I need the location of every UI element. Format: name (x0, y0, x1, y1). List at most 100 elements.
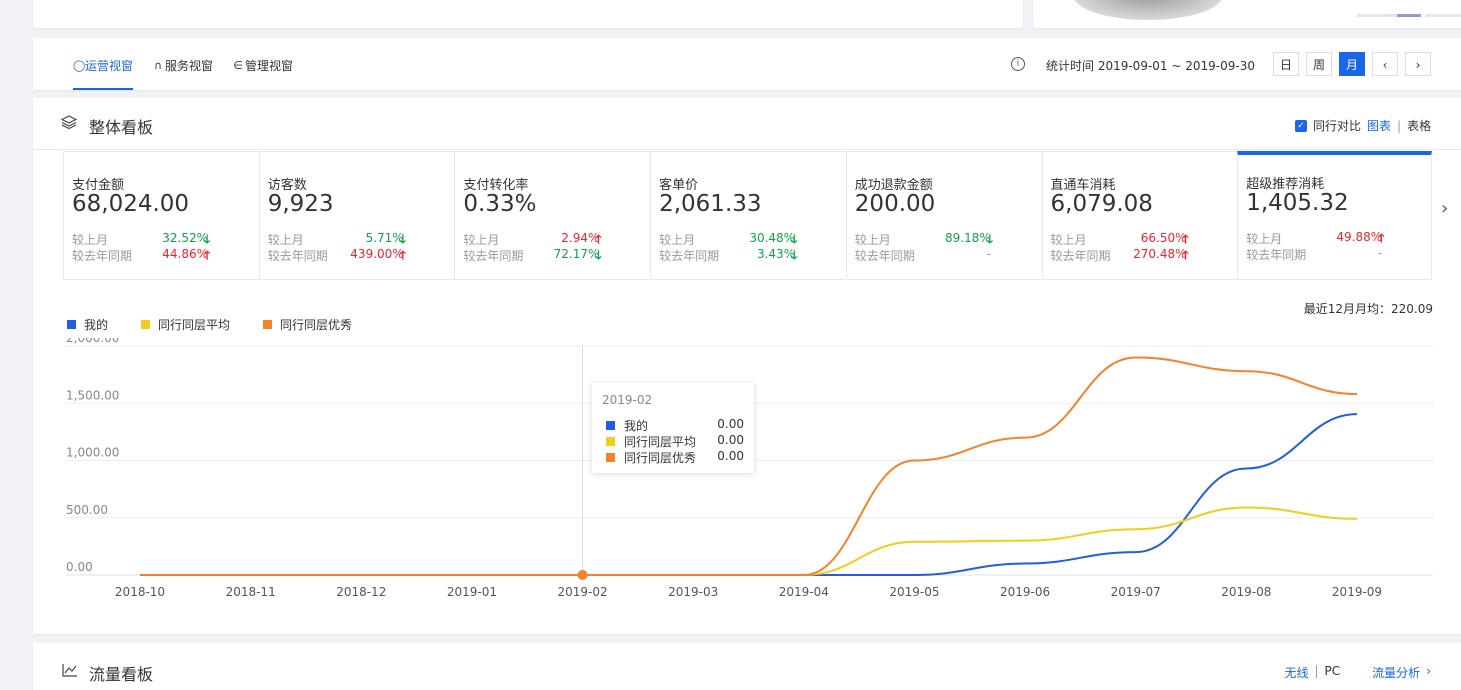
metric-value: 200.00 (854, 191, 936, 217)
x-tick-label: 2019-03 (668, 585, 718, 599)
legend-swatch (263, 320, 273, 329)
view-chart-link[interactable]: 图表 (1367, 117, 1391, 134)
pc-link[interactable]: PC (1325, 664, 1341, 681)
hover-point (577, 570, 588, 580)
next-period-button[interactable]: › (1405, 52, 1431, 76)
prev-period-button[interactable]: ‹ (1372, 52, 1398, 76)
tab-management[interactable]: ∈ 管理视窗 (233, 57, 293, 74)
overview-title: 整体看板 (89, 118, 154, 137)
metrics-row: 支付金额 68,024.00 较上月 32.52% 🡓 较去年同期 44.86%… (63, 151, 1433, 281)
carousel-dot[interactable] (1357, 14, 1377, 17)
yoy-value: 3.43% (756, 247, 796, 261)
top-panel-right (1033, 0, 1461, 28)
metrics-next-arrow[interactable]: › (1441, 198, 1448, 219)
yoy-value: 270.48% (1133, 247, 1187, 261)
compare-checkbox[interactable]: ✓ (1295, 119, 1307, 132)
legend-swatch (67, 320, 76, 329)
tab-label: 服务视窗 (165, 59, 214, 73)
metric-card[interactable]: 超级推荐消耗 1,405.32 较上月 49.88% 🡑 较去年同期 - (1237, 151, 1433, 280)
yoy-label: 较去年同期 (659, 249, 720, 263)
tooltip-row-value: 0.00 (717, 449, 744, 463)
stat-period-text: 统计时间 2019-09-01 ~ 2019-09-30 (1046, 59, 1255, 73)
legend-label: 我的 (84, 318, 109, 332)
banner-image (1073, 0, 1223, 20)
legend-item[interactable]: 同行同层优秀 (263, 316, 352, 333)
top-panel-left (33, 0, 1023, 28)
flow-analysis-link[interactable]: 流量分析 (1372, 664, 1420, 681)
person-icon: ∈ (233, 59, 243, 72)
day-button[interactable]: 日 (1273, 52, 1299, 76)
arrow-up-icon: 🡑 (399, 248, 406, 262)
legend-item[interactable]: 同行同层平均 (141, 316, 230, 333)
tab-service[interactable]: ∩ 服务视窗 (153, 57, 213, 74)
metric-card[interactable]: 成功退款金额 200.00 较上月 89.18% 🡓 较去年同期 - (845, 151, 1041, 280)
metric-card[interactable]: 支付金额 68,024.00 较上月 32.52% 🡓 较去年同期 44.86%… (63, 151, 258, 280)
metric-card[interactable]: 访客数 9,923 较上月 5.71% 🡓 较去年同期 439.00% 🡑 (258, 151, 454, 280)
legend-item[interactable]: 我的 (67, 316, 108, 333)
info-icon[interactable]: i (1011, 57, 1025, 71)
carousel-dot[interactable] (1377, 14, 1397, 17)
mom-label: 较上月 (854, 233, 891, 247)
separator: | (1397, 118, 1402, 133)
mom-label: 较上月 (463, 233, 500, 247)
mom-label: 较上月 (659, 233, 696, 247)
y-tick-label: 2,000.00 (66, 338, 119, 345)
tooltip-row: 同行同层优秀 0.00 (606, 449, 744, 466)
view-table-link[interactable]: 表格 (1407, 117, 1431, 134)
metric-value: 9,923 (267, 191, 334, 217)
mom-label: 较上月 (1050, 233, 1087, 247)
tooltip-row-value: 0.00 (717, 433, 744, 447)
x-tick-label: 2018-11 (226, 585, 276, 599)
tooltip-row-name: 同行同层优秀 (624, 451, 697, 465)
metric-card[interactable]: 支付转化率 0.33% 较上月 2.94% 🡑 较去年同期 72.17% 🡓 (454, 151, 650, 280)
y-tick-label: 1,500.00 (66, 388, 119, 402)
yoy-label: 较去年同期 (1246, 248, 1307, 262)
metric-value: 68,024.00 (72, 191, 190, 217)
tab-label: 运营视窗 (85, 59, 134, 73)
mom-label: 较上月 (72, 233, 109, 247)
layers-icon (61, 115, 77, 130)
week-button[interactable]: 周 (1306, 52, 1332, 76)
y-tick-label: 500.00 (66, 503, 108, 517)
arrow-down-icon: 🡓 (791, 248, 798, 262)
flow-title: 流量看板 (89, 665, 154, 684)
carousel-dot[interactable] (1425, 14, 1445, 17)
month-button[interactable]: 月 (1339, 52, 1365, 76)
arrow-down-icon: 🡓 (595, 248, 602, 262)
mom-value: 32.52% (162, 231, 208, 245)
metric-card[interactable]: 直通车消耗 6,079.08 较上月 66.50% 🡑 较去年同期 270.48… (1041, 151, 1237, 280)
carousel-dot[interactable] (1445, 14, 1461, 17)
x-tick-label: 2019-04 (779, 585, 829, 599)
metric-value: 6,079.08 (1050, 191, 1153, 217)
operations-icon: ◯ (73, 59, 86, 72)
chevron-right-icon[interactable]: › (1426, 664, 1431, 681)
yoy-label: 较去年同期 (72, 249, 133, 263)
x-tick-label: 2019-05 (889, 585, 939, 599)
tooltip-title: 2019-02 (602, 393, 653, 407)
active-tab-indicator (73, 88, 133, 90)
chart-tooltip: 2019-02 我的 0.00 同行同层平均 0.00 同行同层优秀 0.00 (592, 383, 754, 473)
compare-label[interactable]: 同行对比 (1313, 117, 1361, 134)
yoy-value: 439.00% (350, 247, 404, 261)
tooltip-swatch (606, 453, 615, 462)
chart-legend: 我的 同行同层平均 同行同层优秀 (67, 316, 352, 333)
y-tick-label: 1,000.00 (66, 446, 119, 460)
yoy-value: 44.86% (162, 247, 208, 261)
yoy-value: 72.17% (553, 247, 600, 261)
y-tick-label: 0.00 (66, 560, 93, 574)
tooltip-row-name: 我的 (624, 419, 649, 433)
metric-value: 0.33% (463, 191, 537, 217)
yoy-value: - (1377, 246, 1383, 260)
view-tab-bar: ◯ 运营视窗 ∩ 服务视窗 ∈ 管理视窗 i 统计时间 2019-09-01 ~… (33, 38, 1461, 90)
tooltip-row: 同行同层平均 0.00 (606, 433, 744, 450)
line-chart: 0.00 500.00 1,000.00 1,500.00 2,000.00 2018-1… (66, 338, 1433, 599)
tab-operations[interactable]: ◯ 运营视窗 (73, 57, 133, 74)
wireless-link[interactable]: 无线 (1284, 664, 1308, 681)
carousel-dot-active[interactable] (1397, 14, 1421, 17)
metric-card[interactable]: 客单价 2,061.33 较上月 30.48% 🡓 较去年同期 3.43% 🡓 (650, 151, 846, 280)
metric-value: 1,405.32 (1246, 190, 1349, 216)
x-tick-label: 2019-01 (447, 585, 497, 599)
tooltip-swatch (606, 421, 615, 430)
mom-value: 89.18% (945, 231, 991, 245)
yoy-label: 较去年同期 (267, 249, 328, 263)
